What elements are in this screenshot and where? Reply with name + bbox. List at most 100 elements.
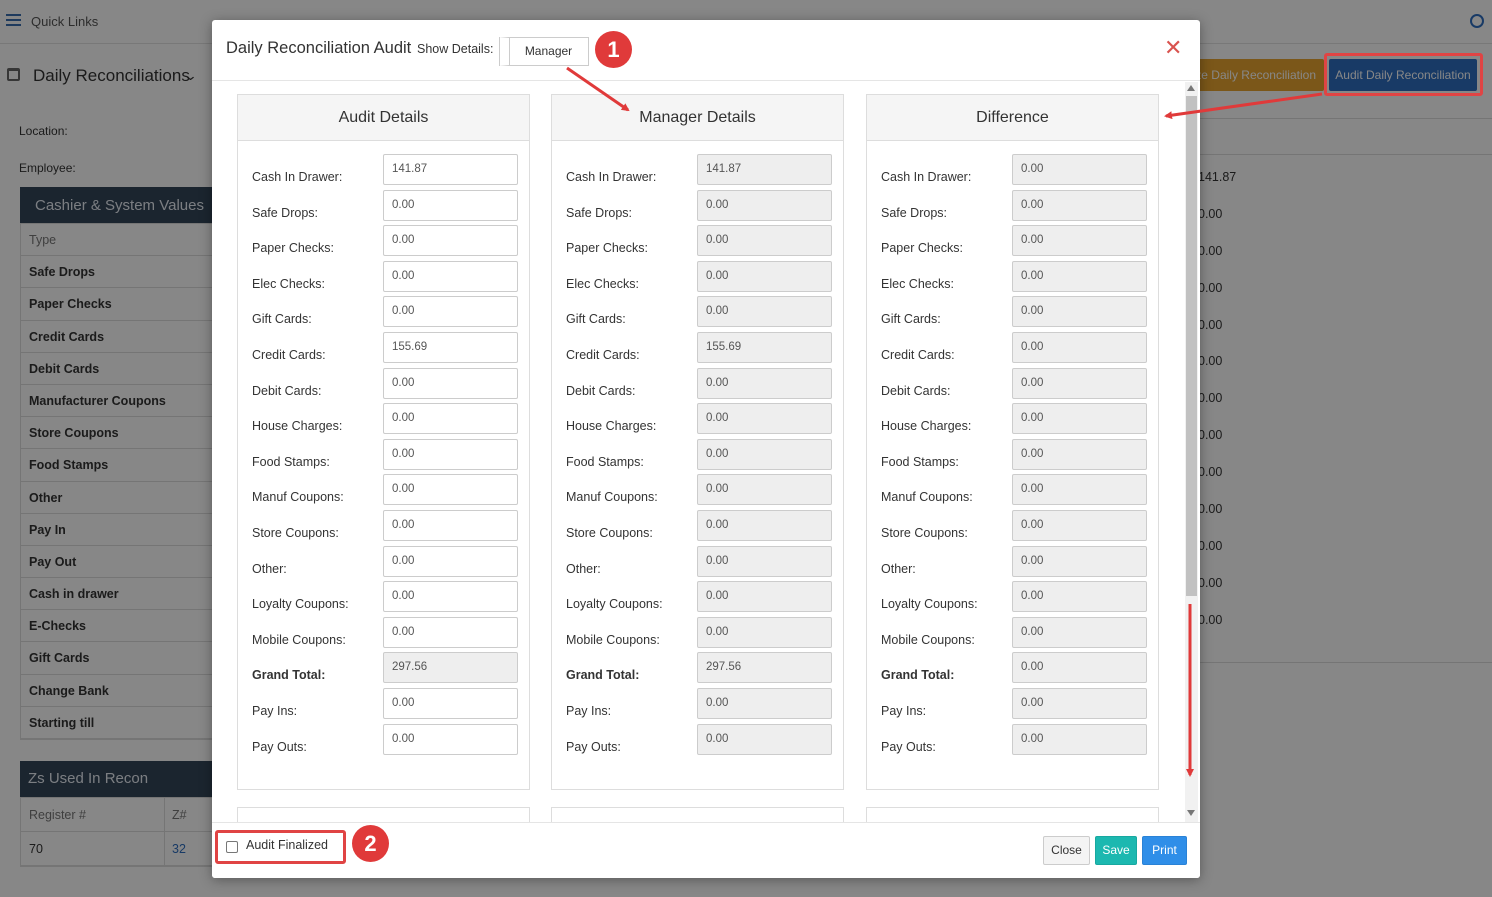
field-input[interactable]: 0.00 <box>383 189 518 221</box>
field-label: Other: <box>566 561 601 576</box>
field-label: Safe Drops: <box>252 205 319 220</box>
save-button[interactable]: Save <box>1095 836 1137 865</box>
field-row: Pay Ins: 0.00 <box>238 687 529 724</box>
field-label: Credit Cards: <box>566 347 640 362</box>
field-input: 0.00 <box>1012 687 1147 719</box>
field-input[interactable]: 0.00 <box>383 225 518 257</box>
field-input[interactable]: 0.00 <box>383 509 518 541</box>
field-row: Paper Checks: 0.00 <box>867 225 1158 261</box>
field-row: Credit Cards: 0.00 <box>867 331 1158 368</box>
field-row: Store Coupons: 0.00 <box>238 509 529 546</box>
field-input[interactable]: 0.00 <box>383 403 518 435</box>
field-row: House Charges: 0.00 <box>238 403 529 439</box>
show-details-select[interactable]: Manager <box>499 37 589 66</box>
scroll-up-arrow-icon[interactable] <box>1187 85 1195 91</box>
field-input: 0.00 <box>1012 225 1147 257</box>
field-input[interactable]: 0.00 <box>383 438 518 470</box>
field-input: 141.87 <box>697 154 832 185</box>
field-row: Loyalty Coupons: 0.00 <box>238 581 529 617</box>
field-input[interactable]: 0.00 <box>383 581 518 613</box>
field-row: Other: 0.00 <box>867 545 1158 582</box>
field-label: Pay Outs: <box>881 739 936 754</box>
field-row: Safe Drops: 0.00 <box>238 189 529 226</box>
field-input[interactable]: 0.00 <box>383 260 518 292</box>
field-row: Mobile Coupons: 0.00 <box>238 616 529 653</box>
field-input: 0.00 <box>697 367 832 399</box>
field-row: Paper Checks: 0.00 <box>552 225 843 261</box>
field-input: 155.69 <box>697 331 832 363</box>
field-label: Loyalty Coupons: <box>881 597 978 612</box>
field-label: Other: <box>881 561 916 576</box>
field-label: Food Stamps: <box>566 454 644 469</box>
field-input: 0.00 <box>1012 723 1147 755</box>
field-input[interactable]: 0.00 <box>383 616 518 648</box>
field-input[interactable]: 0.00 <box>383 474 518 506</box>
column-title: Difference <box>867 95 1158 141</box>
field-row: Safe Drops: 0.00 <box>552 189 843 226</box>
field-input: 0.00 <box>1012 189 1147 221</box>
audit-finalized-checkbox[interactable] <box>226 841 238 853</box>
scroll-thumb[interactable] <box>1186 96 1197 596</box>
field-label: Paper Checks: <box>252 241 334 256</box>
close-button[interactable]: Close <box>1043 836 1090 865</box>
field-input: 0.00 <box>697 225 832 257</box>
field-label: Debit Cards: <box>566 383 636 398</box>
field-input: 0.00 <box>1012 545 1147 577</box>
field-row: Debit Cards: 0.00 <box>552 367 843 404</box>
field-label: House Charges: <box>252 419 343 434</box>
field-label: Manuf Coupons: <box>252 490 344 505</box>
field-row: Store Coupons: 0.00 <box>867 509 1158 546</box>
field-label: Safe Drops: <box>881 205 948 220</box>
field-row: Store Coupons: 0.00 <box>552 509 843 546</box>
field-label: Paper Checks: <box>566 241 648 256</box>
field-row: Mobile Coupons: 0.00 <box>552 616 843 653</box>
audit-button-highlight <box>1324 53 1483 96</box>
field-label: Credit Cards: <box>881 347 955 362</box>
field-label: Manuf Coupons: <box>881 490 973 505</box>
next-section-column <box>551 807 844 822</box>
next-section-column <box>866 807 1159 822</box>
field-row: Cash In Drawer: 141.87 <box>238 154 529 190</box>
field-row: Grand Total: 297.56 <box>238 652 529 688</box>
field-row: Debit Cards: 0.00 <box>238 367 529 404</box>
field-input[interactable]: 141.87 <box>383 154 518 185</box>
field-row: Pay Outs: 0.00 <box>867 723 1158 760</box>
field-input[interactable]: 0.00 <box>383 687 518 719</box>
field-input[interactable]: 0.00 <box>383 545 518 577</box>
field-input: 0.00 <box>697 403 832 435</box>
modal-body: Audit Details Cash In Drawer: 141.87 Safe … <box>212 82 1200 822</box>
close-icon[interactable]: ✕ <box>1164 37 1182 59</box>
field-input[interactable]: 0.00 <box>383 296 518 328</box>
annotation-badge-1: 1 <box>595 31 632 68</box>
field-label: Paper Checks: <box>881 241 963 256</box>
field-label: Store Coupons: <box>252 525 339 540</box>
field-input: 0.00 <box>1012 438 1147 470</box>
field-label: Loyalty Coupons: <box>566 597 663 612</box>
field-row: Cash In Drawer: 0.00 <box>867 154 1158 190</box>
field-input: 0.00 <box>697 509 832 541</box>
field-label: Mobile Coupons: <box>252 632 346 647</box>
field-label: Credit Cards: <box>252 347 326 362</box>
field-row: Mobile Coupons: 0.00 <box>867 616 1158 653</box>
field-label: Gift Cards: <box>252 312 312 327</box>
field-label: Safe Drops: <box>566 205 633 220</box>
field-label: Mobile Coupons: <box>881 632 975 647</box>
field-label: House Charges: <box>881 419 972 434</box>
scroll-down-arrow-icon[interactable] <box>1187 810 1195 816</box>
field-input: 0.00 <box>1012 509 1147 541</box>
field-input: 0.00 <box>697 581 832 613</box>
field-row: Gift Cards: 0.00 <box>867 296 1158 332</box>
field-row: Debit Cards: 0.00 <box>867 367 1158 404</box>
modal-header: Daily Reconciliation Audit Show Details:… <box>212 20 1200 81</box>
field-input[interactable]: 0.00 <box>383 723 518 755</box>
field-row: Loyalty Coupons: 0.00 <box>867 581 1158 617</box>
print-button[interactable]: Print <box>1142 836 1187 865</box>
field-label: Elec Checks: <box>566 276 639 291</box>
field-label: Pay Ins: <box>881 703 927 718</box>
audit-finalized-label[interactable]: Audit Finalized <box>246 838 328 852</box>
modal-scrollbar[interactable] <box>1185 82 1198 822</box>
field-input[interactable]: 0.00 <box>383 367 518 399</box>
field-input[interactable]: 155.69 <box>383 331 518 363</box>
field-input: 0.00 <box>1012 474 1147 506</box>
field-row: Elec Checks: 0.00 <box>238 260 529 297</box>
